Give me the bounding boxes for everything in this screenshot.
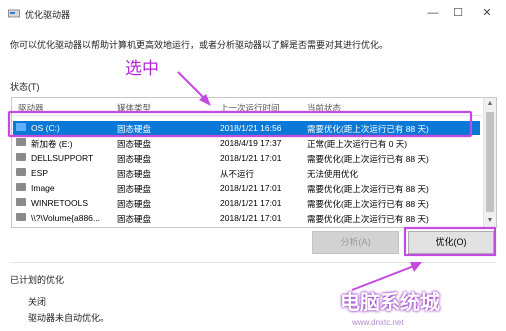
- current-status: 需要优化(距上次运行已有 88 天): [307, 199, 429, 209]
- scheduled-state: 关闭: [28, 297, 47, 307]
- media-type: 固态硬盘: [117, 214, 152, 224]
- analyze-button[interactable]: 分析(A): [312, 231, 399, 254]
- drive-icon: [16, 198, 26, 206]
- drive-name: ESP: [31, 168, 49, 178]
- header-current-status[interactable]: 当前状态: [307, 102, 341, 114]
- maximize-button[interactable]: ☐: [448, 4, 468, 22]
- media-type: 固态硬盘: [117, 169, 152, 179]
- scheduled-description: 驱动器未自动优化。: [28, 313, 110, 323]
- last-run: 2018/1/21 17:01: [220, 198, 282, 208]
- last-run: 2018/4/19 17:37: [220, 138, 282, 148]
- current-status: 需要优化(距上次运行已有 88 天): [307, 154, 429, 164]
- watermark-url: www.dnxtc.net: [352, 318, 404, 327]
- description-text: 你可以优化驱动器以帮助计算机更高效地运行，或者分析驱动器以了解是否需要对其进行优…: [10, 40, 389, 50]
- drive-name: \\?\Volume{a886...: [31, 213, 100, 223]
- annotation-arrow: [177, 71, 206, 100]
- drive-icon: [16, 123, 26, 131]
- scheduled-optimization-label: 已计划的优化: [10, 275, 65, 285]
- media-type: 固态硬盘: [117, 139, 152, 149]
- media-type: 固态硬盘: [117, 184, 152, 194]
- watermark-logo: 电脑系统城: [340, 290, 440, 314]
- last-run: 2018/1/21 16:56: [220, 123, 282, 133]
- last-run: 2018/1/21 17:01: [220, 213, 282, 223]
- drive-name: Image: [31, 183, 55, 193]
- list-scrollbar[interactable]: ▲ ▼: [483, 98, 496, 227]
- header-media-type[interactable]: 媒体类型: [117, 102, 151, 114]
- window-title: 优化驱动器: [25, 10, 71, 20]
- status-section-label: 状态(T): [10, 82, 40, 92]
- drive-name: OS (C:): [31, 123, 60, 133]
- current-status: 需要优化(距上次运行已有 88 天): [307, 124, 429, 134]
- scroll-down-arrow-icon[interactable]: ▼: [484, 215, 496, 227]
- drive-icon: [16, 168, 26, 176]
- drive-row[interactable]: 新加卷 (E:) 固态硬盘 2018/4/19 17:37 正常(距上次运行已有…: [13, 136, 480, 150]
- drive-name: 新加卷 (E:): [31, 139, 73, 149]
- current-status: 无法使用优化: [307, 169, 359, 179]
- drive-icon: [16, 138, 26, 146]
- divider: [10, 262, 496, 263]
- media-type: 固态硬盘: [117, 199, 152, 209]
- last-run: 2018/1/21 17:01: [220, 183, 282, 193]
- drive-icon: [16, 213, 26, 221]
- drive-icon: [16, 153, 26, 161]
- last-run: 2018/1/21 17:01: [220, 153, 282, 163]
- drive-row[interactable]: Image 固态硬盘 2018/1/21 17:01 需要优化(距上次运行已有 …: [13, 181, 480, 195]
- optimize-arrowhead: [410, 262, 422, 272]
- drive-list[interactable]: 驱动器 媒体类型 上一次运行时间 当前状态 OS (C:) 固态硬盘 2018/…: [11, 97, 497, 228]
- current-status: 需要优化(距上次运行已有 88 天): [307, 214, 429, 224]
- minimize-button[interactable]: —: [423, 4, 443, 22]
- close-button[interactable]: ✕: [477, 4, 497, 22]
- annotation-label: 选中: [125, 59, 159, 79]
- drive-icon: [16, 183, 26, 191]
- drive-row-os-c[interactable]: OS (C:) 固态硬盘 2018/1/21 16:56 需要优化(距上次运行已…: [13, 121, 480, 135]
- drive-row[interactable]: DELLSUPPORT 固态硬盘 2018/1/21 17:01 需要优化(距上…: [13, 151, 480, 165]
- media-type: 固态硬盘: [117, 154, 152, 164]
- drive-name: WINRETOOLS: [31, 198, 88, 208]
- header-last-run[interactable]: 上一次运行时间: [220, 102, 280, 114]
- optimize-drives-app-icon: [8, 9, 20, 18]
- drive-row[interactable]: \\?\Volume{a886... 固态硬盘 2018/1/21 17:01 …: [13, 211, 480, 225]
- list-header: 驱动器 媒体类型 上一次运行时间 当前状态: [12, 98, 482, 116]
- scroll-up-arrow-icon[interactable]: ▲: [484, 98, 496, 110]
- header-drive[interactable]: 驱动器: [18, 102, 44, 114]
- drive-row[interactable]: WINRETOOLS 固态硬盘 2018/1/21 17:01 需要优化(距上次…: [13, 196, 480, 210]
- drive-row[interactable]: ESP 固态硬盘 从不运行 无法使用优化: [13, 166, 480, 180]
- current-status: 需要优化(距上次运行已有 88 天): [307, 184, 429, 194]
- current-status: 正常(距上次运行已有 0 天): [307, 139, 408, 149]
- optimize-button[interactable]: 优化(O): [408, 231, 494, 254]
- last-run: 从不运行: [220, 169, 255, 179]
- scroll-thumb[interactable]: [486, 112, 494, 212]
- drive-name: DELLSUPPORT: [31, 153, 94, 163]
- title-bar: 优化驱动器 — ☐ ✕: [0, 0, 506, 26]
- media-type: 固态硬盘: [117, 124, 152, 134]
